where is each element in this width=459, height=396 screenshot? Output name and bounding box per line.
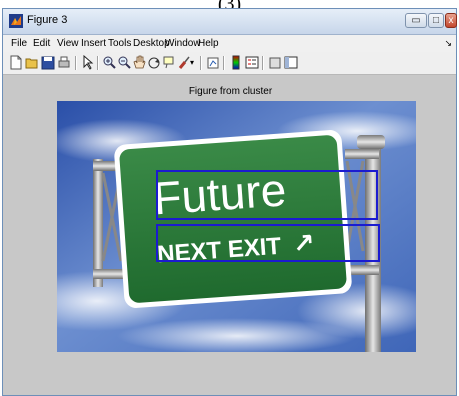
menu-window[interactable]: Window <box>165 38 201 49</box>
insert-colorbar-icon[interactable] <box>229 55 243 70</box>
insert-legend-icon[interactable] <box>245 55 259 70</box>
close-button[interactable]: x <box>445 13 457 28</box>
rotate-3d-icon[interactable] <box>147 55 161 70</box>
toolbar-separator <box>97 56 99 70</box>
menu-tools[interactable]: Tools <box>108 38 131 49</box>
menu-help[interactable]: Help <box>198 38 219 49</box>
maximize-button[interactable]: □ <box>428 13 444 28</box>
brush-icon[interactable] <box>177 55 191 70</box>
maximize-icon: □ <box>432 15 440 26</box>
image-axes[interactable]: Future NEXT EXIT ↗ <box>57 101 416 352</box>
menu-overflow-icon[interactable]: ↘ <box>444 38 452 49</box>
show-plot-tools-icon[interactable] <box>284 55 298 70</box>
sign-arrow-icon: ↗ <box>292 228 316 259</box>
zoom-out-icon[interactable] <box>117 55 131 70</box>
menu-file[interactable]: File <box>11 38 27 49</box>
menu-edit[interactable]: Edit <box>33 38 50 49</box>
toolbar-separator <box>223 56 225 70</box>
pan-hand-icon[interactable] <box>132 55 146 70</box>
toolbar-separator <box>262 56 264 70</box>
open-file-icon[interactable] <box>25 55 39 70</box>
toolbar-separator <box>75 56 77 70</box>
minimize-button[interactable]: ▭ <box>405 13 427 28</box>
matlab-app-icon <box>9 14 23 28</box>
figure-toolbar: ▾ <box>3 52 456 75</box>
axes-title: Figure from cluster <box>188 86 273 97</box>
figure-caption-fragment: (3) <box>0 0 459 8</box>
menu-insert[interactable]: Insert <box>81 38 106 49</box>
zoom-in-icon[interactable] <box>102 55 116 70</box>
link-plot-icon[interactable] <box>206 55 220 70</box>
menu-bar: File Edit View Insert Tools Desktop Wind… <box>3 35 456 52</box>
print-icon[interactable] <box>57 55 71 70</box>
new-figure-icon[interactable] <box>9 55 23 70</box>
hide-plot-tools-icon[interactable] <box>268 55 282 70</box>
menu-view[interactable]: View <box>57 38 79 49</box>
save-icon[interactable] <box>41 55 55 70</box>
toolbar-separator <box>200 56 202 70</box>
sign-top-text: Future <box>152 163 288 224</box>
edit-plot-arrow-icon[interactable] <box>81 55 95 70</box>
window-title: Figure 3 <box>27 14 68 26</box>
close-icon: x <box>448 15 454 26</box>
highway-sign-image: Future NEXT EXIT ↗ <box>57 101 416 352</box>
matlab-figure-window: Figure 3 ▭ □ x File Edit View Insert Too… <box>2 8 457 396</box>
data-cursor-icon[interactable] <box>162 55 176 70</box>
minimize-icon: ▭ <box>411 15 421 26</box>
title-bar[interactable]: Figure 3 ▭ □ x <box>3 9 457 35</box>
